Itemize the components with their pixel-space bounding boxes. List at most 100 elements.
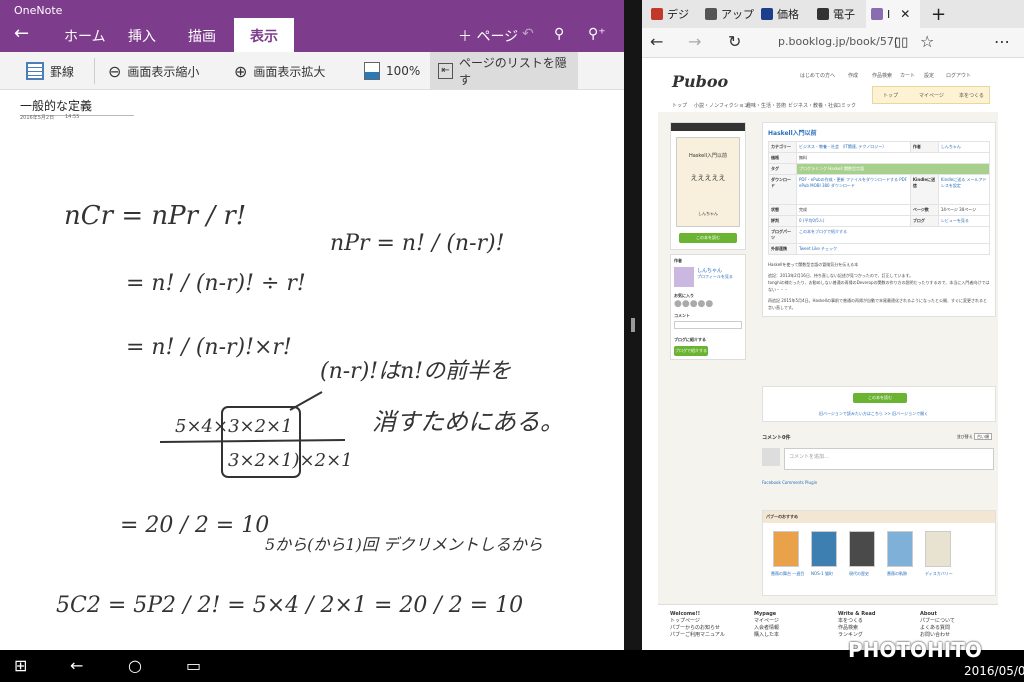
close-tab-icon[interactable]: ✕ (900, 7, 910, 21)
browser-tab[interactable]: デジ (646, 0, 694, 28)
forward-icon[interactable]: → (688, 32, 701, 51)
author-name[interactable]: しんちゃん (697, 267, 733, 274)
rec-book-title[interactable]: NOS-1 猫町 (811, 571, 833, 577)
footer-link[interactable]: パブーについて (920, 617, 955, 624)
rec-book-cover[interactable] (773, 531, 799, 567)
share-person-icon[interactable]: ⚲ (554, 26, 564, 42)
footer-link[interactable]: パブーご利用マニュアル (670, 631, 725, 638)
taskbar-back-icon[interactable]: ← (70, 656, 83, 675)
undo-icon[interactable]: ↶ (522, 26, 534, 42)
read-book-button-main[interactable]: この本を読む (853, 393, 907, 403)
info-value[interactable]: 0 (平均0/5人) (796, 215, 911, 227)
nav-item[interactable]: 小説・ノンフィクション (694, 102, 749, 109)
divider-grip-icon[interactable] (631, 318, 635, 332)
user-link-top[interactable]: トップ (883, 92, 898, 99)
rec-book-title[interactable]: 薔薇の軌跡 (887, 571, 907, 577)
browser-tab[interactable]: アップ (700, 0, 759, 28)
header-link[interactable]: 作成 (848, 72, 858, 79)
rec-book-title[interactable]: ディスカバリー (925, 571, 953, 577)
sort-label: 並び替え 古い順 (957, 433, 992, 440)
comment-input[interactable]: コメントを追加... (784, 448, 994, 470)
ink-note-3: 5から(から1)回 デクリメントしるから (265, 535, 543, 554)
note-page[interactable]: 一般的な定義 2016年5月2日 14:55 nCr = nPr / r! nP… (0, 92, 624, 650)
header-link[interactable]: ログアウト (946, 72, 971, 79)
kindle-links[interactable]: Kindleに送る メールアドレスを設定 (937, 174, 991, 205)
nav-item[interactable]: ビジネス・教養・社会 (788, 102, 838, 109)
nav-item[interactable]: トップ (672, 102, 687, 109)
back-arrow-icon[interactable]: ← (14, 23, 29, 44)
browser-tab[interactable]: 価格 (756, 0, 804, 28)
back-icon[interactable]: ← (650, 32, 663, 51)
read-book-button[interactable]: この本を読む (679, 233, 737, 243)
sort-select[interactable]: 古い順 (974, 433, 992, 440)
more-menu-icon[interactable]: ⋯ (994, 32, 1010, 51)
avatar[interactable] (674, 267, 694, 287)
review-link[interactable]: レビューを見る (937, 215, 991, 227)
comment-mini-input[interactable] (674, 321, 742, 329)
zoom-in-label: 画面表示拡大 (253, 64, 326, 79)
zoom-100-button[interactable]: 100% (356, 52, 428, 90)
header-link[interactable]: はじめての方へ (800, 72, 835, 79)
rec-book-cover[interactable] (925, 531, 951, 567)
reading-view-icon[interactable]: ▯▯ (894, 35, 908, 50)
facebook-plugin-link[interactable]: Facebook Comments Plugin (762, 480, 817, 485)
old-version-link[interactable]: 旧バージョンで読みたい方はこちら >> 旧バージョンで開く (819, 411, 928, 417)
blog-parts-link[interactable]: この本をブログで紹介する (796, 226, 990, 244)
rec-book-cover[interactable] (887, 531, 913, 567)
blog-button[interactable]: ブログで紹介する (674, 346, 708, 356)
footer-link[interactable]: 入会者情報 (754, 624, 779, 631)
add-page-button[interactable]: ＋ ページ (458, 26, 518, 46)
nav-item[interactable]: コミック (836, 102, 856, 109)
tab-view[interactable]: 表示 (234, 18, 294, 52)
book-cover[interactable]: Haskell入門以前 えええええ しんちゃん (676, 137, 740, 227)
info-value[interactable]: しんちゃん (937, 141, 991, 153)
browser-tab-active[interactable]: I ✕ (866, 0, 920, 28)
social-buttons[interactable]: Tweet Like チェック (796, 243, 990, 255)
rec-book-title[interactable]: 薔薇の舞台 一週目 (771, 571, 804, 577)
footer-link[interactable]: 作品検索 (838, 624, 875, 631)
user-link-create[interactable]: 本をつくる (959, 92, 984, 99)
footer-link[interactable]: 購入した本 (754, 631, 779, 638)
ruled-lines-button[interactable]: 罫線 (18, 52, 82, 90)
windows-start-icon[interactable]: ⊞ (14, 656, 27, 675)
cortana-search-icon[interactable]: ○ (128, 656, 142, 675)
footer-link[interactable]: パブーからのお知らせ (670, 624, 725, 631)
tag-list[interactable]: プログラミング Haskell 関数型言語 (796, 163, 990, 175)
rec-book-title[interactable]: 現代の歴史 (849, 571, 869, 577)
book-title[interactable]: Haskell入門以前 (768, 128, 990, 137)
hide-page-list-button[interactable]: ⇤ ページのリストを隠す (430, 52, 578, 90)
rec-book-cover[interactable] (811, 531, 837, 567)
header-link[interactable]: 設定 (924, 72, 934, 79)
site-logo[interactable]: Puboo (672, 72, 728, 91)
add-person-icon[interactable]: ⚲⁺ (588, 26, 606, 42)
task-view-icon[interactable]: ▭ (186, 656, 201, 675)
nav-item[interactable]: 趣味・生活・芸術 (746, 102, 786, 109)
tab-insert[interactable]: 挿入 (128, 26, 156, 46)
author-label: 作者 (674, 258, 682, 263)
tab-favicon-icon (651, 8, 663, 20)
favorite-star-icon[interactable]: ☆ (920, 32, 934, 51)
onenote-window: OneNote ← ホーム 挿入 描画 表示 ＋ ページ ↶ ⚲ ⚲⁺ 罫線 ⊖… (0, 0, 624, 650)
footer-link[interactable]: よくある質問 (920, 624, 955, 631)
footer-link[interactable]: ランキング (838, 631, 875, 638)
download-links[interactable]: PDF・ePubの作成・更新 ファイルをダウンロードする PDF ePub MO… (796, 174, 911, 205)
zoom-out-button[interactable]: ⊖ 画面表示縮小 (100, 52, 207, 90)
header-link[interactable]: 作品検索 (872, 72, 892, 79)
zoom-in-button[interactable]: ⊕ 画面表示拡大 (226, 52, 333, 90)
tab-draw[interactable]: 描画 (188, 26, 216, 46)
footer-link[interactable]: マイページ (754, 617, 779, 624)
rating-stars-icon[interactable]: ●●●●● (674, 299, 742, 309)
header-link[interactable]: カート (900, 72, 915, 79)
browser-tab[interactable]: 電子 (812, 0, 860, 28)
refresh-icon[interactable]: ↻ (728, 32, 741, 51)
profile-link[interactable]: プロフィールを見る (697, 274, 733, 280)
address-bar[interactable]: p.booklog.jp/book/57( (778, 35, 898, 48)
footer-link[interactable]: 本をつくる (838, 617, 875, 624)
info-value[interactable]: ビジネス・教養・社会 （IT関連, テクノロジー） (796, 141, 911, 153)
footer-link[interactable]: トップページ (670, 617, 725, 624)
tab-home[interactable]: ホーム (64, 26, 106, 46)
rec-book-cover[interactable] (849, 531, 875, 567)
footer-link[interactable]: お問い合わせ (920, 631, 955, 638)
user-link-mypage[interactable]: マイページ (919, 92, 944, 99)
new-tab-button[interactable]: + (926, 0, 951, 28)
